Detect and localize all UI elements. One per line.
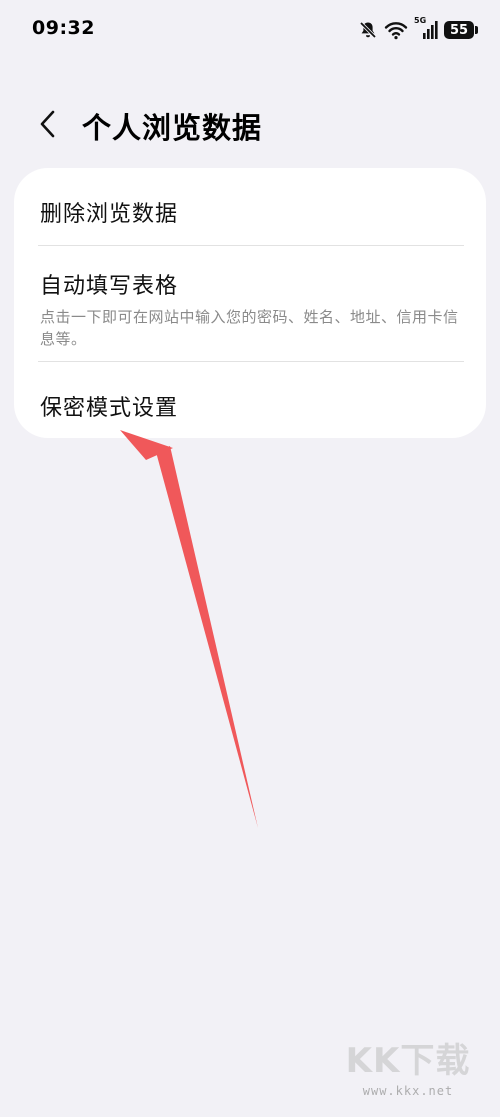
mute-bell-icon [358,20,378,40]
menu-item-delete-browsing-data[interactable]: 删除浏览数据 [40,196,464,228]
divider [38,361,464,362]
settings-card: 删除浏览数据 自动填写表格 点击一下即可在网站中输入您的密码、姓名、地址、信用卡… [14,168,486,438]
menu-item-description: 点击一下即可在网站中输入您的密码、姓名、地址、信用卡信息等。 [40,308,459,348]
battery-icon: 55 [444,21,478,39]
watermark: KK下载 www.kkx.net [338,1033,478,1099]
menu-item-label: 删除浏览数据 [40,202,179,227]
divider [38,245,464,246]
header: 个人浏览数据 [0,98,500,154]
menu-item-secret-mode-settings[interactable]: 保密模式设置 [40,390,464,422]
watermark-logo: KK下载 [345,1041,471,1081]
status-icons: 5G 55 [358,16,478,42]
menu-item-label: 保密模式设置 [40,396,179,421]
back-button[interactable] [30,106,66,146]
status-time: 09:32 [32,17,95,39]
page-title: 个人浏览数据 [82,111,263,145]
battery-level: 55 [449,22,469,38]
menu-item-label: 自动填写表格 [40,274,179,299]
chevron-left-icon [38,108,58,144]
watermark-url: www.kkx.net [362,1084,454,1098]
wifi-icon [384,20,408,40]
arrow-shaft [156,446,258,828]
menu-item-autofill-forms[interactable]: 自动填写表格 点击一下即可在网站中输入您的密码、姓名、地址、信用卡信息等。 [40,268,464,350]
status-bar: 09:32 5G 55 [0,0,500,60]
cellular-signal-icon: 5G [414,16,438,41]
